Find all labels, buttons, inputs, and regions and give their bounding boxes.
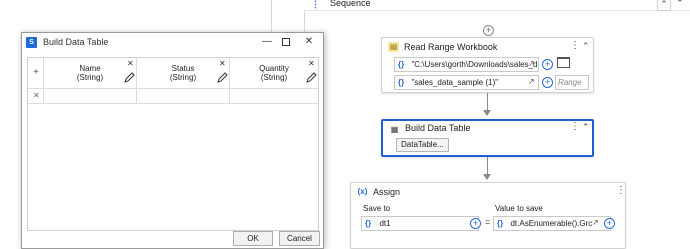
workbook-path-value: "C:\Users\gorth\Downloads\sales_data <box>411 60 539 69</box>
table-cell[interactable] <box>230 89 318 104</box>
save-to-value: dt1 <box>379 219 391 228</box>
column-header-name[interactable]: Name (String) ✕ <box>44 58 137 89</box>
value-to-save-value: dt.AsEnumerable().Grc <box>510 219 593 228</box>
cancel-button[interactable]: Cancel <box>279 231 320 246</box>
dialog-title: Build Data Table <box>43 37 109 47</box>
add-plus-icon[interactable]: + <box>470 218 481 229</box>
add-plus-icon[interactable]: + <box>542 59 553 70</box>
connector-line <box>487 93 488 111</box>
remove-column-icon[interactable]: ✕ <box>127 59 134 68</box>
add-column-icon[interactable]: + <box>33 67 39 78</box>
connector-arrow-icon <box>483 174 491 180</box>
sequence-scroll-icon[interactable]: ⌃ <box>676 0 684 9</box>
close-icon[interactable]: ✕ <box>303 36 315 48</box>
build-data-table-activity[interactable]: ▦ Build Data Table ⋮ ⌃ DataTable... <box>381 119 594 157</box>
expand-icon[interactable]: ↗ <box>528 77 535 86</box>
datatable-button[interactable]: DataTable... <box>396 138 449 152</box>
connector-line <box>487 157 488 175</box>
column-name: Status (String) <box>169 64 197 82</box>
dialog-titlebar[interactable]: S Build Data Table — ✕ <box>22 33 323 52</box>
read-range-title: Read Range Workbook <box>404 42 498 52</box>
remove-column-icon[interactable]: ✕ <box>308 59 315 68</box>
edit-column-icon[interactable] <box>217 71 228 83</box>
remove-column-icon[interactable]: ✕ <box>219 59 226 68</box>
column-header-quantity[interactable]: Quantity (String) ✕ <box>230 58 318 89</box>
data-table-grid: + ✕ Name (String) ✕ Status (String) ✕ Quan… <box>27 57 319 231</box>
sheet-name-value: "sales_data_sample (1)" <box>411 78 499 87</box>
add-plus-icon[interactable]: + <box>604 218 615 229</box>
sheet-name-field[interactable]: {} "sales_data_sample (1)" <box>394 75 539 90</box>
expand-icon[interactable]: ↗ <box>592 218 599 227</box>
save-to-label: Save to <box>363 204 391 213</box>
equals-sign: = <box>485 217 491 227</box>
save-to-field[interactable]: {} dt1 <box>361 216 479 231</box>
column-name: Quantity (String) <box>259 64 289 82</box>
workbook-path-field[interactable]: {} "C:\Users\gorth\Downloads\sales_data <box>394 57 539 72</box>
assign-icon: (x) <box>357 187 368 196</box>
uipath-app-icon: S <box>26 37 37 48</box>
sequence-icon: ⋮ <box>311 0 320 9</box>
assign-activity[interactable]: (x) Assign ⋮ Save to Value to save {} dt… <box>350 182 626 249</box>
edit-column-icon[interactable] <box>306 71 317 83</box>
add-plus-icon[interactable]: + <box>542 77 553 88</box>
more-options-icon[interactable]: ⋮ <box>570 121 580 132</box>
excel-icon: ▤ <box>388 42 399 52</box>
delete-row-icon[interactable]: ✕ <box>33 91 40 100</box>
more-options-icon[interactable]: ⋮ <box>570 40 580 51</box>
collapse-icon[interactable]: ⌃ <box>582 122 590 133</box>
expand-icon[interactable]: ↗ <box>528 59 535 68</box>
table-cell[interactable] <box>44 89 137 104</box>
column-header-status[interactable]: Status (String) ✕ <box>137 58 230 89</box>
value-to-save-label: Value to save <box>495 204 543 213</box>
maximize-icon[interactable] <box>280 36 292 48</box>
more-options-icon[interactable]: ⋮ <box>616 185 626 196</box>
add-activity-plus-icon[interactable]: + <box>483 25 494 36</box>
range-field[interactable]: Range <box>555 75 589 90</box>
collapse-icon[interactable]: ⌃ <box>582 41 590 52</box>
folder-icon[interactable] <box>557 57 570 68</box>
sequence-title: Sequence <box>330 0 371 8</box>
connector-arrow-icon <box>483 110 491 116</box>
build-data-table-dialog: S Build Data Table — ✕ + ✕ Name (String) … <box>21 32 324 249</box>
assign-title: Assign <box>373 187 401 197</box>
table-cell[interactable] <box>137 89 230 104</box>
datatable-icon: ▦ <box>390 125 399 134</box>
ok-button[interactable]: OK <box>233 231 273 246</box>
minimize-icon[interactable]: — <box>261 36 273 48</box>
column-name: Name (String) <box>76 64 104 82</box>
collapse-up-icon[interactable]: ⌃ <box>657 0 671 11</box>
edit-column-icon[interactable] <box>124 71 135 83</box>
build-data-table-title: Build Data Table <box>405 123 471 133</box>
read-range-workbook-activity[interactable]: ▤ Read Range Workbook ⋮ ⌃ {} "C:\Users\g… <box>381 37 594 93</box>
